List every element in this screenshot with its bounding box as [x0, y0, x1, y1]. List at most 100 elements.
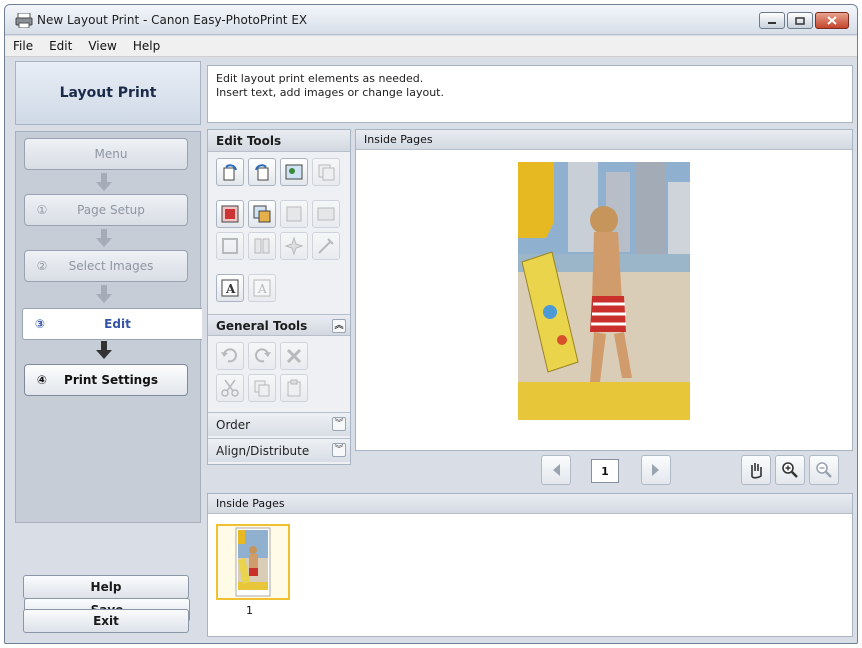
menu-file[interactable]: File	[11, 38, 35, 54]
zoom-in-button[interactable]	[775, 455, 805, 485]
expand-icon[interactable]: ︾	[332, 417, 346, 431]
page-thumbnail[interactable]	[216, 524, 290, 600]
printer-app-icon	[15, 13, 33, 28]
copy-icon	[318, 164, 335, 181]
maximize-button[interactable]	[787, 12, 813, 29]
step-page-setup[interactable]: ① Page Setup	[24, 194, 188, 226]
layout-icon	[254, 238, 270, 254]
correct-icon	[318, 238, 334, 254]
image-delete-icon	[286, 206, 302, 222]
text-icon: A	[221, 279, 239, 297]
frame-button[interactable]	[216, 232, 244, 260]
prev-page-button[interactable]	[541, 455, 571, 485]
rotate-right-button[interactable]	[248, 158, 276, 186]
delete-image-button[interactable]	[280, 200, 308, 228]
app-window: New Layout Print - Canon Easy-PhotoPrint…	[4, 4, 858, 644]
undo-button[interactable]	[216, 342, 244, 370]
instruction-panel: Edit layout print elements as needed. In…	[207, 65, 853, 123]
order-label: Order	[216, 418, 251, 432]
rotate-left-button[interactable]	[216, 158, 244, 186]
layout-button[interactable]	[248, 232, 276, 260]
beach-photo-image	[518, 162, 690, 420]
window-title: New Layout Print - Canon Easy-PhotoPrint…	[37, 13, 308, 27]
delete-button[interactable]	[280, 342, 308, 370]
delete-icon	[286, 348, 302, 364]
instruction-line: Insert text, add images or change layout…	[216, 86, 444, 99]
effects-icon	[284, 236, 304, 256]
title-bar[interactable]: New Layout Print - Canon Easy-PhotoPrint…	[5, 5, 857, 35]
edit-tools-header: Edit Tools	[208, 130, 350, 152]
exit-button[interactable]: Exit	[23, 609, 189, 633]
step-print-settings[interactable]: ④ Print Settings	[24, 364, 188, 396]
vertical-text-button[interactable]: A	[248, 274, 276, 302]
zoom-out-button[interactable]	[809, 455, 839, 485]
minimize-icon	[768, 21, 776, 24]
copy-button[interactable]	[248, 374, 276, 402]
expand-icon[interactable]: ︾	[332, 443, 346, 457]
svg-text:A: A	[225, 282, 236, 296]
thumbnail-header: Inside Pages	[208, 494, 852, 514]
collapse-icon[interactable]: ︽	[332, 319, 346, 333]
step-edit[interactable]: ③ Edit	[22, 308, 202, 340]
general-tools-header[interactable]: General Tools ︽	[208, 314, 350, 336]
menu-edit[interactable]: Edit	[47, 38, 74, 54]
next-page-button[interactable]	[641, 455, 671, 485]
down-arrow-icon	[96, 341, 112, 359]
chevron-right-icon	[652, 464, 659, 476]
add-image-button[interactable]	[216, 200, 244, 228]
vertical-text-icon: A	[253, 279, 271, 297]
step-label: Menu	[94, 147, 128, 161]
undo-icon	[221, 348, 237, 363]
add-text-button[interactable]: A	[216, 274, 244, 302]
minimize-button[interactable]	[759, 12, 785, 29]
frame-icon	[222, 238, 238, 254]
redo-button[interactable]	[248, 342, 276, 370]
down-arrow-icon	[96, 285, 112, 303]
step-number: ②	[36, 259, 48, 273]
redo-icon	[255, 348, 271, 363]
menu-view[interactable]: View	[86, 38, 118, 54]
sidebar-header: Layout Print	[15, 61, 201, 125]
zoom-in-icon	[782, 462, 798, 478]
replace-image-button[interactable]	[248, 200, 276, 228]
preview-pane: Inside Pages	[355, 129, 853, 451]
copy-image-button[interactable]	[312, 158, 340, 186]
align-distribute-section[interactable]: Align/Distribute ︾	[208, 438, 350, 462]
page-photo[interactable]	[518, 162, 690, 420]
step-label: Edit	[104, 317, 131, 331]
preview-header: Inside Pages	[356, 130, 852, 150]
add-image-icon	[221, 205, 239, 223]
image-edit-icon	[285, 164, 303, 180]
down-arrow-icon	[96, 229, 112, 247]
menu-help[interactable]: Help	[131, 38, 162, 54]
page-navigation: 1	[355, 455, 853, 493]
replace-image-icon	[253, 205, 271, 223]
order-section[interactable]: Order ︾	[208, 412, 350, 436]
edit-tools-panel: Edit Tools A A General Tools ︽ Order ︾ A…	[207, 129, 351, 465]
sidebar: Layout Print Menu ① Page Setup ② Select …	[15, 61, 202, 641]
close-button[interactable]	[815, 12, 849, 29]
correct-image-button[interactable]	[312, 232, 340, 260]
step-number: ①	[36, 203, 48, 217]
svg-text:A: A	[257, 282, 267, 296]
maximize-icon	[795, 16, 805, 25]
rotate-right-icon	[255, 164, 269, 181]
menu-bar: File Edit View Help	[5, 36, 857, 57]
paste-button[interactable]	[280, 374, 308, 402]
instruction-line: Edit layout print elements as needed.	[216, 72, 424, 85]
rotate-left-icon	[223, 164, 237, 181]
help-button[interactable]: Help	[23, 575, 189, 599]
hand-tool-button[interactable]	[741, 455, 771, 485]
effects-button[interactable]	[280, 232, 308, 260]
step-menu[interactable]: Menu	[24, 138, 188, 170]
edit-image-button[interactable]	[280, 158, 308, 186]
step-select-images[interactable]: ② Select Images	[24, 250, 188, 282]
thumbnail-pane: Inside Pages 1	[207, 493, 853, 637]
close-icon	[827, 16, 837, 25]
step-number: ④	[36, 373, 48, 387]
chevron-left-icon	[553, 464, 560, 476]
step-label: Select Images	[68, 259, 154, 273]
cut-button[interactable]	[216, 374, 244, 402]
background-button[interactable]	[312, 200, 340, 228]
copy-icon	[254, 380, 270, 397]
